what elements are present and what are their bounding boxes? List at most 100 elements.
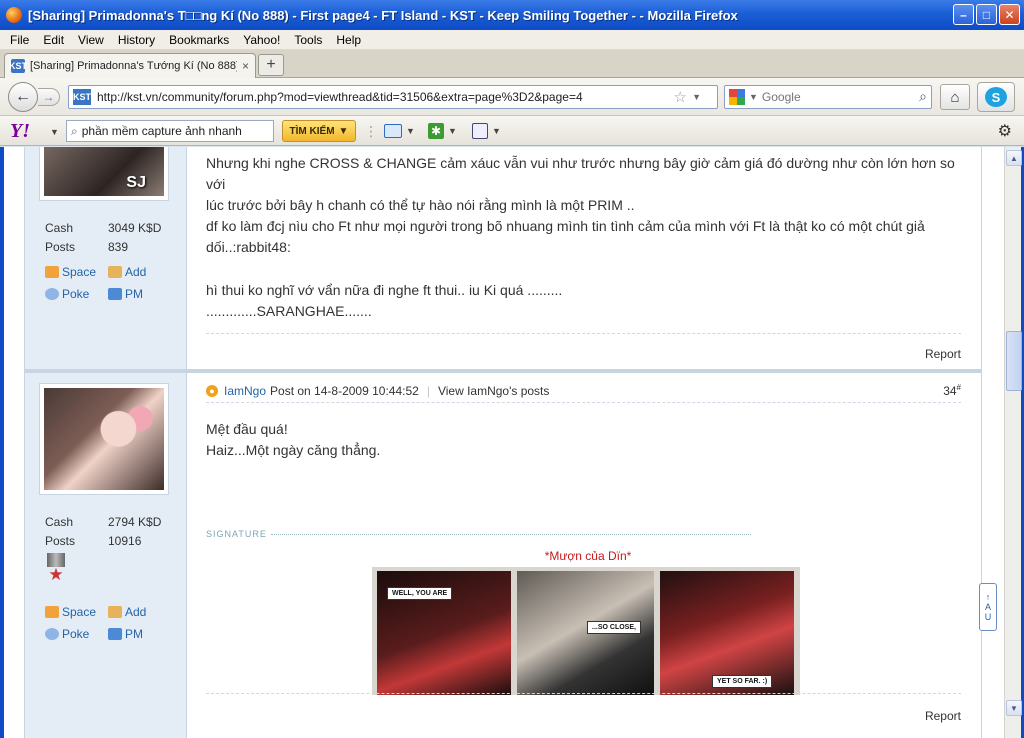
avatar[interactable]: SJ	[39, 147, 169, 201]
signature-image: WELL, YOU ARE ...SO CLOSE, YET SO FAR. :…	[372, 567, 800, 695]
pm-label: PM	[125, 287, 143, 301]
yahoo-addon-tool[interactable]: ✱ ▼	[428, 122, 457, 140]
report-link[interactable]: Report	[925, 347, 961, 361]
tab-close-icon[interactable]: ×	[242, 59, 249, 73]
yahoo-search-input[interactable]	[81, 124, 262, 138]
google-icon[interactable]	[729, 89, 745, 105]
post-body: Nhưng khi nghe CROSS & CHANGE cảm xáuc v…	[187, 147, 981, 369]
url-bar[interactable]: KST ☆ ▼ ↻	[68, 85, 736, 109]
mail-icon	[108, 628, 122, 640]
poke-icon	[45, 628, 59, 640]
avatar[interactable]	[39, 383, 169, 495]
yahoo-logo-icon[interactable]: Y!	[10, 120, 30, 143]
add-friend-link[interactable]: Add	[108, 601, 171, 623]
poke-link[interactable]: Poke	[45, 283, 108, 305]
yahoo-search-box[interactable]: ⌕	[66, 120, 274, 142]
yahoo-toolbar: Y! ▼ ⌕ TÌM KIẾM ▼ ⋮ ▼ ✱ ▼ ▼ ⚙	[0, 116, 1024, 146]
comic-panel: YET SO FAR. :)	[660, 571, 794, 695]
url-history-dropdown-icon[interactable]: ▼	[692, 92, 701, 102]
mail-dropdown-icon[interactable]: ▼	[406, 126, 415, 136]
forward-button[interactable]: →	[38, 88, 60, 106]
window-controls: – □ ✕	[953, 4, 1020, 25]
tab-active[interactable]: KST [Sharing] Primadonna's Tướng Kí (No …	[4, 53, 256, 78]
mail-icon	[108, 288, 122, 300]
handshake-icon	[108, 606, 122, 618]
menu-view[interactable]: View	[78, 33, 104, 47]
search-input[interactable]	[761, 90, 902, 104]
post-line: .............SARANGHAE.......	[206, 303, 372, 319]
stat-label: Posts	[45, 240, 76, 254]
scrollbar-thumb[interactable]	[1006, 331, 1022, 391]
skype-button[interactable]: S	[977, 82, 1015, 112]
maximize-button[interactable]: □	[976, 4, 997, 25]
meta-separator: |	[426, 383, 430, 398]
close-button[interactable]: ✕	[999, 4, 1020, 25]
report-link[interactable]: Report	[925, 709, 961, 723]
poke-icon	[45, 288, 59, 300]
new-tab-button[interactable]: +	[258, 54, 284, 76]
menu-yahoo[interactable]: Yahoo!	[243, 33, 280, 47]
medal-icon: ★	[47, 553, 65, 585]
yahoo-bookmark-tool[interactable]: ▼	[472, 122, 501, 140]
comic-bubble: ...SO CLOSE,	[587, 621, 641, 634]
author-actions: Space Add Poke PM	[45, 601, 171, 645]
menu-edit[interactable]: Edit	[43, 33, 64, 47]
stat-label: Posts	[45, 534, 76, 548]
minimize-button[interactable]: –	[953, 4, 974, 25]
side-button-letter: U	[984, 612, 992, 622]
post-line: Mệt đầu quá!	[206, 421, 288, 437]
post-number-value: 34	[943, 384, 957, 398]
stat-label: Cash	[45, 515, 74, 529]
post-line: dối..:rabbit48:	[206, 239, 291, 255]
yahoo-search-button[interactable]: TÌM KIẾM ▼	[282, 120, 356, 142]
poke-link[interactable]: Poke	[45, 623, 108, 645]
scroll-down-button[interactable]: ▼	[1006, 700, 1022, 716]
post-author-sidebar: Cash 2794 K$D Posts 10916 ★ Space Add Poke…	[25, 373, 187, 738]
post-line: df ko làm đcj nìu cho Ft như mọi người t…	[206, 218, 925, 234]
bookmarks-icon	[472, 123, 488, 139]
vertical-scrollbar[interactable]: ▲ ▼	[1004, 147, 1024, 738]
pm-label: PM	[125, 627, 143, 641]
stat-value: 10916	[108, 534, 142, 548]
back-button[interactable]: ←	[8, 82, 38, 112]
post-content: Nhưng khi nghe CROSS & CHANGE cảm xáuc v…	[206, 153, 961, 258]
gear-icon[interactable]: ⚙	[998, 121, 1012, 141]
home-button[interactable]: ⌂	[940, 84, 970, 110]
search-icon[interactable]: ⌕	[919, 88, 927, 105]
menu-history[interactable]: History	[118, 33, 155, 47]
yahoo-menu-dropdown-icon[interactable]: ▼	[50, 127, 59, 137]
space-label: Space	[62, 605, 97, 619]
pm-link[interactable]: PM	[108, 623, 171, 645]
search-bar[interactable]: ▼ ⌕	[724, 85, 932, 109]
poke-label: Poke	[62, 627, 90, 641]
bookmark-star-icon[interactable]: ☆	[674, 88, 687, 106]
pm-link[interactable]: PM	[108, 283, 171, 305]
menu-file[interactable]: File	[10, 33, 29, 47]
firefox-logo-icon	[6, 7, 22, 23]
space-link[interactable]: Space	[45, 261, 108, 283]
scroll-up-button[interactable]: ▲	[1006, 150, 1022, 166]
addon-dropdown-icon[interactable]: ▼	[448, 126, 457, 136]
poke-label: Poke	[62, 287, 90, 301]
comic-panel: WELL, YOU ARE	[377, 571, 511, 695]
stat-value: 2794 K$D	[108, 515, 162, 529]
menu-tools[interactable]: Tools	[294, 33, 322, 47]
side-button-letter: A	[984, 602, 991, 612]
bookmarks-dropdown-icon[interactable]: ▼	[492, 126, 501, 136]
add-friend-link[interactable]: Add	[108, 261, 171, 283]
view-posts-link[interactable]: View IamNgo's posts	[438, 384, 549, 398]
space-link[interactable]: Space	[45, 601, 108, 623]
menu-help[interactable]: Help	[336, 33, 361, 47]
menu-bookmarks[interactable]: Bookmarks	[169, 33, 229, 47]
search-engine-dropdown-icon[interactable]: ▼	[749, 92, 758, 102]
post-number[interactable]: 34#	[943, 383, 961, 398]
post-author-link[interactable]: IamNgo	[224, 384, 266, 398]
page-viewport: SJ Cash 3049 K$D Posts 839 Space Add Poke …	[0, 147, 1004, 738]
url-input[interactable]	[97, 90, 657, 104]
avatar-image	[44, 388, 164, 490]
navigation-toolbar: ← → KST ☆ ▼ ↻ ▼ ⌕ ⌂ S	[0, 78, 1024, 116]
yahoo-mail-tool[interactable]: ▼	[384, 122, 415, 140]
scroll-top-button[interactable]: ↑ A U	[979, 583, 997, 631]
post-content: Mệt đầu quá! Haiz...Một ngày căng thẳng.	[206, 419, 961, 461]
stat-value: 3049 K$D	[108, 221, 162, 235]
